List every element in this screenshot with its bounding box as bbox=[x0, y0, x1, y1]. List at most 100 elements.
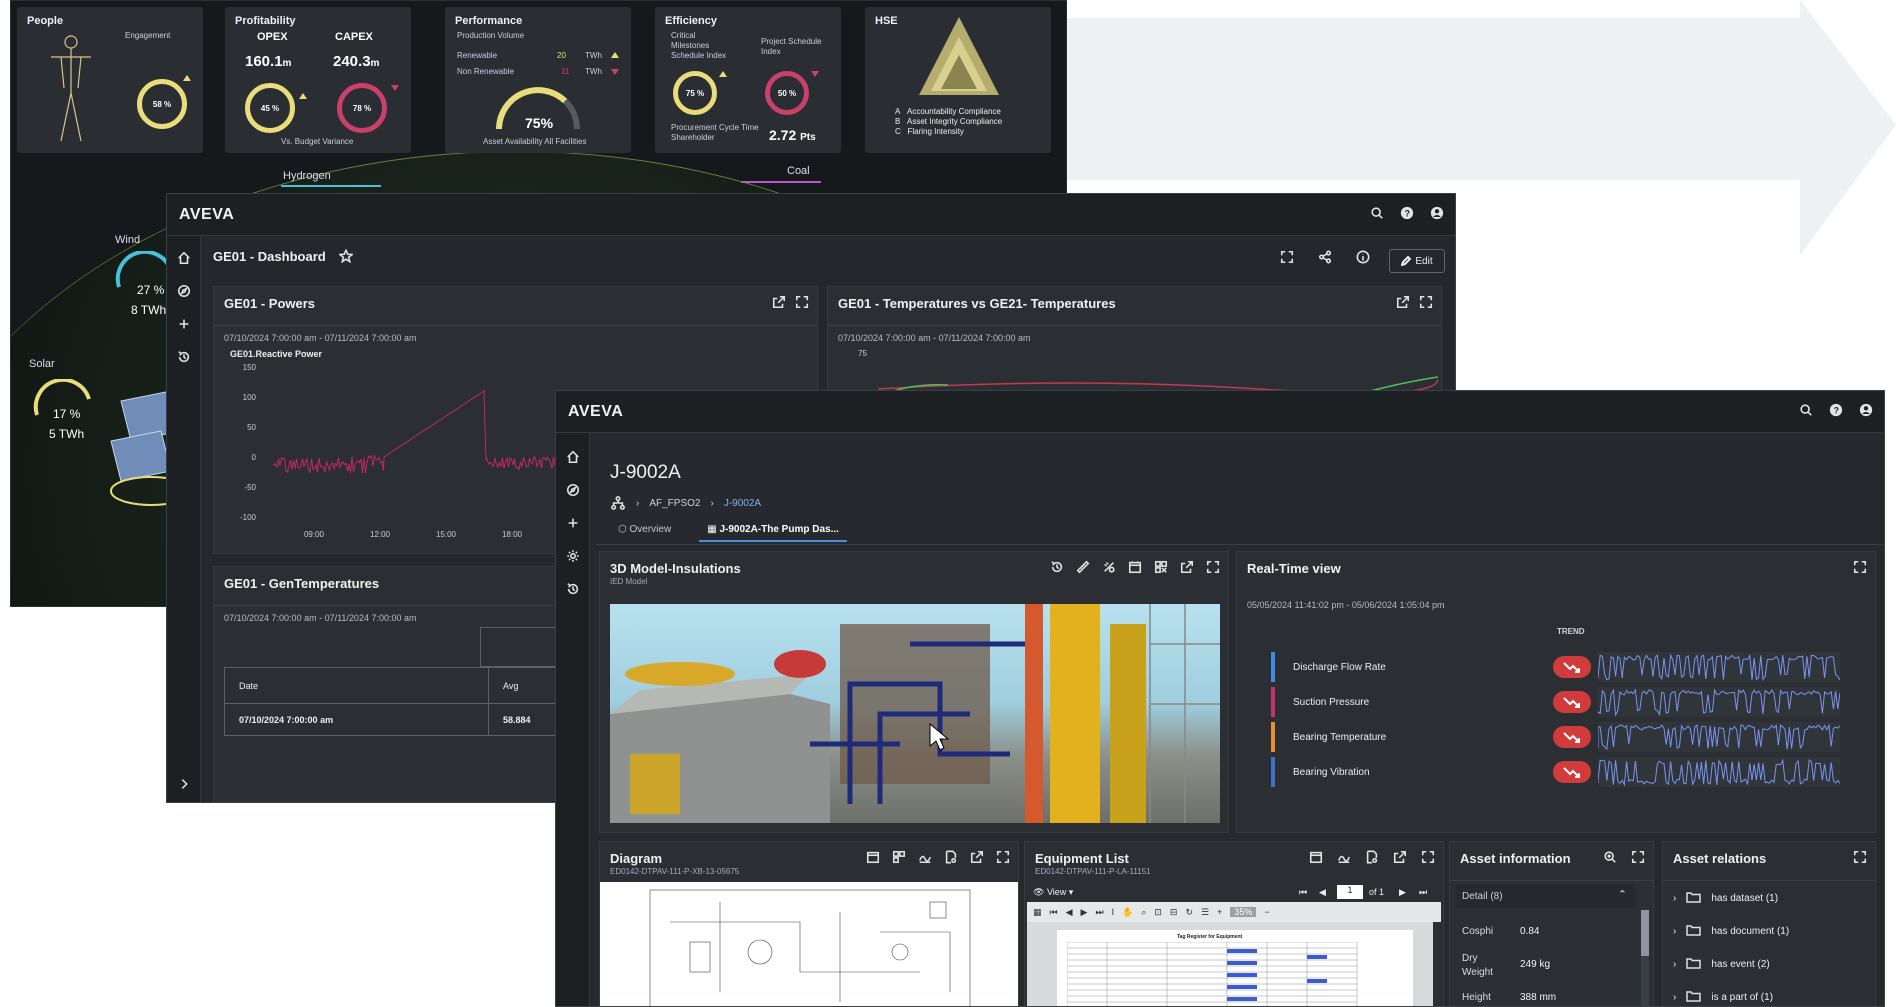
fullscreen-icon[interactable] bbox=[1206, 560, 1220, 574]
clear-markup-icon[interactable] bbox=[1102, 560, 1116, 574]
pan-hand-icon[interactable]: ✋ bbox=[1122, 907, 1133, 918]
breadcrumb-item[interactable]: AF_FPSO2 bbox=[649, 498, 700, 509]
document-search-icon[interactable] bbox=[1365, 850, 1379, 864]
zoom-in-icon[interactable]: + bbox=[1217, 907, 1222, 917]
calendar-icon[interactable] bbox=[866, 850, 880, 864]
diagram-canvas[interactable] bbox=[600, 882, 1018, 1006]
qr-scan-icon[interactable] bbox=[892, 850, 906, 864]
hierarchy-icon[interactable] bbox=[610, 495, 626, 511]
trend-down-alert-icon[interactable] bbox=[1553, 656, 1591, 678]
last-page-icon[interactable]: ⏭ bbox=[1419, 887, 1427, 898]
zoom-out-icon[interactable]: − bbox=[1264, 907, 1269, 917]
zoom-tool-icon[interactable]: ⌕ bbox=[1141, 907, 1146, 918]
edit-button[interactable]: Edit bbox=[1389, 249, 1445, 273]
settings-gear-icon[interactable] bbox=[565, 548, 581, 564]
open-external-icon[interactable] bbox=[1393, 850, 1407, 864]
view-dropdown[interactable]: 👁 View ▾ bbox=[1033, 887, 1073, 898]
model-3d-viewport[interactable] bbox=[610, 604, 1220, 823]
fullscreen-icon[interactable] bbox=[1279, 249, 1295, 265]
document-viewport[interactable]: Tag Register for Equipment bbox=[1027, 922, 1433, 1006]
open-external-icon[interactable] bbox=[1180, 560, 1194, 574]
kpi-card-performance[interactable]: Performance Production Volume Renewable … bbox=[445, 7, 631, 153]
signature-icon[interactable] bbox=[918, 850, 932, 864]
last-page-icon[interactable]: ⏭ bbox=[1095, 907, 1103, 918]
first-page-icon[interactable]: ⏮ bbox=[1050, 907, 1058, 918]
realtime-row[interactable]: Bearing Vibration bbox=[1271, 757, 1856, 787]
add-icon[interactable] bbox=[565, 515, 581, 531]
document-search-icon[interactable] bbox=[944, 850, 958, 864]
kpi-card-people[interactable]: People Engagement 58 % bbox=[17, 7, 203, 153]
measure-ruler-icon[interactable] bbox=[1076, 560, 1090, 574]
open-external-icon[interactable] bbox=[970, 850, 984, 864]
history-icon[interactable] bbox=[565, 581, 581, 597]
history-icon[interactable] bbox=[1050, 560, 1064, 574]
kpi-card-efficiency[interactable]: Efficiency Critical Milestones Schedule … bbox=[655, 7, 841, 153]
search-icon[interactable] bbox=[1369, 205, 1385, 221]
prev-page-icon[interactable]: ◀ bbox=[1319, 887, 1326, 898]
home-icon[interactable] bbox=[565, 449, 581, 465]
trend-down-alert-icon[interactable] bbox=[1553, 691, 1591, 713]
info-scrollbar[interactable] bbox=[1641, 910, 1649, 1006]
relation-item[interactable]: › has dataset (1) bbox=[1673, 888, 1778, 908]
share-icon[interactable] bbox=[1317, 249, 1333, 265]
expand-nav-chevron-icon[interactable] bbox=[176, 776, 192, 792]
collapse-chevron-icon[interactable]: ⌃ bbox=[1618, 888, 1627, 901]
zoom-search-icon[interactable] bbox=[1603, 850, 1617, 864]
tab-overview[interactable]: ⬡ Overview bbox=[610, 524, 679, 542]
tab-pump-dashboard[interactable]: ▦ J-9002A-The Pump Das... bbox=[699, 524, 847, 542]
fullscreen-icon[interactable] bbox=[1631, 850, 1645, 864]
account-icon[interactable] bbox=[1858, 402, 1874, 418]
trend-down-alert-icon[interactable] bbox=[1553, 761, 1591, 783]
qr-scan-icon[interactable] bbox=[1154, 560, 1168, 574]
thumbnails-icon[interactable]: ▦ bbox=[1033, 907, 1042, 918]
expand-chevron-icon[interactable]: › bbox=[1673, 893, 1676, 904]
trend-down-alert-icon[interactable] bbox=[1553, 726, 1591, 748]
home-icon[interactable] bbox=[176, 250, 192, 266]
next-page-icon[interactable]: ▶ bbox=[1399, 887, 1406, 898]
account-icon[interactable] bbox=[1429, 205, 1445, 221]
expand-chevron-icon[interactable]: › bbox=[1673, 926, 1676, 937]
fullscreen-icon[interactable] bbox=[1421, 850, 1435, 864]
breadcrumb-current[interactable]: J-9002A bbox=[724, 498, 761, 509]
fullscreen-icon[interactable] bbox=[1853, 850, 1867, 864]
rotate-icon[interactable]: ↻ bbox=[1185, 907, 1193, 918]
kpi-card-profitability[interactable]: Profitability OPEX CAPEX 160.1m 240.3m 4… bbox=[225, 7, 411, 153]
fullscreen-icon[interactable] bbox=[996, 850, 1010, 864]
add-icon[interactable] bbox=[176, 316, 192, 332]
fullscreen-icon[interactable] bbox=[1853, 560, 1867, 574]
expand-chevron-icon[interactable]: › bbox=[1673, 992, 1676, 1003]
compass-icon[interactable] bbox=[565, 482, 581, 498]
help-icon[interactable]: ? bbox=[1828, 402, 1844, 418]
signature-icon[interactable] bbox=[1337, 850, 1351, 864]
open-external-icon[interactable] bbox=[1396, 295, 1410, 309]
fit-page-icon[interactable]: ⊡ bbox=[1154, 907, 1162, 918]
relation-item[interactable]: › has document (1) bbox=[1673, 921, 1789, 941]
open-external-icon[interactable] bbox=[772, 295, 786, 309]
zoom-level[interactable]: 35% bbox=[1230, 907, 1257, 917]
fullscreen-icon[interactable] bbox=[795, 295, 809, 309]
fullscreen-icon[interactable] bbox=[1419, 295, 1433, 309]
relation-item[interactable]: › has event (2) bbox=[1673, 954, 1770, 974]
menu-icon[interactable]: ☰ bbox=[1201, 907, 1209, 918]
text-select-icon[interactable]: I bbox=[1112, 907, 1115, 917]
help-icon[interactable]: ? bbox=[1399, 205, 1415, 221]
expand-chevron-icon[interactable]: › bbox=[1673, 959, 1676, 970]
first-page-icon[interactable]: ⏮ bbox=[1299, 887, 1307, 898]
favorite-star-icon[interactable] bbox=[338, 248, 354, 264]
compass-icon[interactable] bbox=[176, 283, 192, 299]
realtime-row[interactable]: Bearing Temperature bbox=[1271, 722, 1856, 752]
kpi-card-hse[interactable]: HSE A Accountability Compliance B Asset … bbox=[865, 7, 1051, 153]
realtime-row[interactable]: Discharge Flow Rate bbox=[1271, 652, 1856, 682]
next-page-icon[interactable]: ▶ bbox=[1081, 907, 1088, 918]
relation-item[interactable]: › is a part of (1) bbox=[1673, 987, 1773, 1006]
info-icon[interactable] bbox=[1355, 249, 1371, 265]
fit-width-icon[interactable]: ⊟ bbox=[1170, 907, 1178, 918]
search-icon[interactable] bbox=[1798, 402, 1814, 418]
calendar-icon[interactable] bbox=[1128, 560, 1142, 574]
history-icon[interactable] bbox=[176, 349, 192, 365]
calendar-icon[interactable] bbox=[1309, 850, 1323, 864]
page-number-input[interactable]: 1 bbox=[1337, 885, 1363, 899]
detail-section-header[interactable]: Detail (8) ⌃ bbox=[1456, 884, 1635, 908]
realtime-row[interactable]: Suction Pressure bbox=[1271, 687, 1856, 717]
prev-page-icon[interactable]: ◀ bbox=[1066, 907, 1073, 918]
